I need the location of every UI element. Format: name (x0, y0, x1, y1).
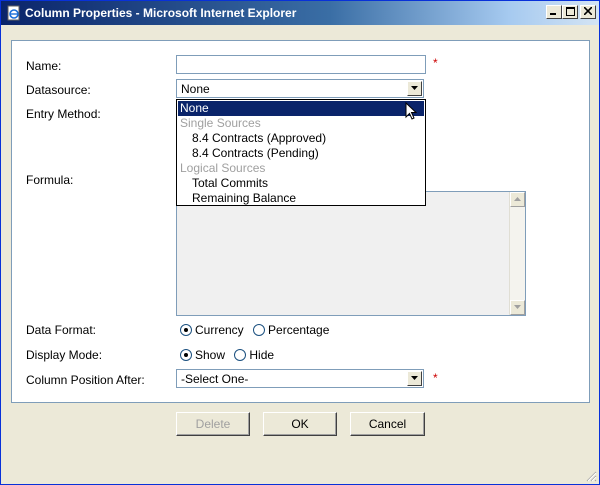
dialog-window: Column Properties - Microsoft Internet E… (0, 0, 600, 485)
option-contracts-approved[interactable]: 8.4 Contracts (Approved) (178, 131, 424, 146)
radio-button[interactable] (253, 324, 266, 336)
datasource-label: Datasource: (26, 83, 91, 97)
chevron-down-icon (514, 305, 521, 309)
ok-button[interactable]: OK (263, 412, 337, 436)
datasource-selected-value: None (181, 82, 210, 96)
radio-label: Hide (249, 348, 275, 362)
chevron-down-icon (411, 376, 418, 380)
radio-currency[interactable]: Currency (180, 323, 244, 337)
datasource-select[interactable]: None (176, 79, 424, 98)
delete-button[interactable]: Delete (176, 412, 250, 436)
form-panel: Name: * Datasource: None None Single Sou… (11, 40, 590, 403)
minimize-button[interactable] (546, 5, 562, 19)
radio-label: Show (195, 348, 226, 362)
option-contracts-pending[interactable]: 8.4 Contracts (Pending) (178, 146, 424, 161)
display-mode-label: Display Mode: (26, 348, 103, 362)
mouse-pointer-icon (405, 101, 418, 124)
close-button[interactable] (580, 5, 596, 19)
minimize-icon (550, 13, 556, 15)
option-total-commits[interactable]: Total Commits (178, 176, 424, 191)
datasource-options-list[interactable]: None Single Sources 8.4 Contracts (Appro… (176, 99, 426, 206)
maximize-button[interactable] (562, 5, 578, 19)
option-remaining-balance[interactable]: Remaining Balance (178, 191, 424, 206)
radio-percentage[interactable]: Percentage (253, 323, 329, 337)
resize-grip-icon[interactable] (585, 470, 597, 482)
formula-scrollbar[interactable] (509, 192, 525, 315)
column-position-select[interactable]: -Select One- (176, 369, 424, 388)
data-format-label: Data Format: (26, 323, 97, 337)
column-position-dropdown-button[interactable] (407, 371, 422, 386)
column-position-required-mark: * (433, 371, 438, 385)
scroll-up-button[interactable] (510, 192, 525, 207)
radio-button[interactable] (180, 349, 192, 361)
maximize-icon (565, 7, 575, 16)
datasource-dropdown-button[interactable] (407, 81, 422, 96)
ie-page-icon (6, 5, 22, 21)
column-position-selected-value: -Select One- (181, 372, 249, 386)
entry-method-label: Entry Method: (26, 107, 101, 121)
optgroup-logical-sources: Logical Sources (180, 161, 266, 175)
radio-hide[interactable]: Hide (234, 348, 274, 362)
window-title: Column Properties - Microsoft Internet E… (25, 6, 297, 20)
close-icon (584, 7, 592, 15)
radio-button[interactable] (234, 349, 247, 361)
formula-textarea[interactable] (176, 191, 526, 316)
formula-label: Formula: (26, 173, 74, 187)
radio-show[interactable]: Show (180, 348, 225, 362)
scroll-down-button[interactable] (510, 300, 525, 315)
name-label: Name: (26, 59, 62, 73)
radio-button[interactable] (180, 324, 192, 336)
chevron-up-icon (514, 197, 521, 201)
data-format-radio-group: Currency Percentage (180, 323, 335, 337)
radio-label: Currency (195, 323, 244, 337)
radio-label: Percentage (268, 323, 330, 337)
chevron-down-icon (411, 86, 418, 90)
title-bar[interactable]: Column Properties - Microsoft Internet E… (1, 1, 599, 25)
cancel-button[interactable]: Cancel (350, 412, 425, 436)
optgroup-single-sources: Single Sources (180, 116, 261, 130)
option-none[interactable]: None (178, 101, 424, 116)
name-required-mark: * (433, 56, 438, 70)
name-input[interactable] (176, 55, 426, 74)
column-position-label: Column Position After: (26, 373, 145, 387)
display-mode-radio-group: Show Hide (180, 348, 280, 362)
